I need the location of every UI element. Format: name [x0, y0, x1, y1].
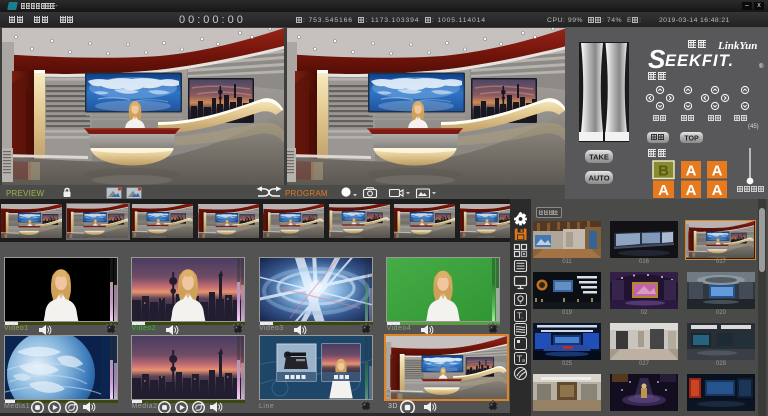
svg-text:A: A [712, 182, 723, 199]
svg-text:TAKE: TAKE [589, 153, 609, 162]
svg-text:Ta: Ta [517, 354, 526, 364]
svg-text:TOP: TOP [684, 136, 699, 143]
svg-text:A: A [658, 182, 669, 199]
svg-text:S: S [648, 44, 666, 74]
svg-text:A: A [686, 163, 697, 180]
svg-text:T.: T. [517, 312, 523, 321]
svg-text:®: ® [759, 63, 764, 70]
svg-text:LinkYun: LinkYun [717, 40, 757, 52]
svg-text:AUTO: AUTO [588, 174, 609, 183]
svg-text:A: A [712, 163, 723, 180]
svg-text:A: A [686, 182, 697, 199]
